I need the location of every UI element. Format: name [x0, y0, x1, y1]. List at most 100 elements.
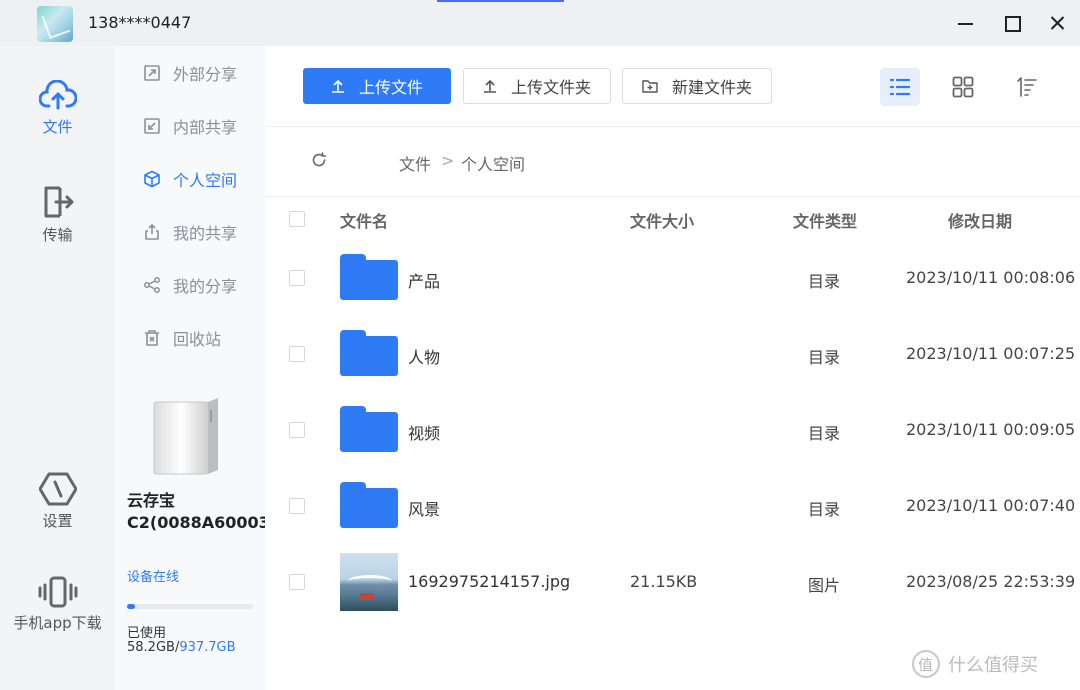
watermark-text: 什么值得买 — [948, 655, 1038, 676]
breadcrumb-divider — [265, 196, 1080, 197]
row-checkbox[interactable] — [289, 574, 305, 590]
storage-value: 58.2GB/937.7GB — [127, 640, 236, 655]
file-type: 目录 — [808, 424, 841, 443]
file-type: 图片 — [808, 576, 841, 595]
folder-icon — [340, 254, 398, 300]
nav-item-external-share[interactable]: 外部分享 — [143, 60, 237, 86]
phone-vibrate-icon — [38, 576, 77, 608]
cloud-upload-icon — [38, 80, 77, 110]
nav-item-personal-space[interactable]: 个人空间 — [143, 166, 237, 192]
nav-item-recycle-bin[interactable]: 回收站 — [143, 325, 221, 351]
nav-item-label: 个人空间 — [173, 171, 238, 190]
column-header-date[interactable]: 修改日期 — [948, 208, 1012, 232]
upload-file-label: 上传文件 — [358, 78, 423, 97]
minimize-icon[interactable] — [953, 10, 979, 36]
storage-progress-fill — [127, 604, 135, 609]
file-size: 21.15KB — [630, 572, 698, 591]
column-header-size[interactable]: 文件大小 — [630, 208, 694, 232]
rail-files-label: 文件 — [42, 118, 73, 136]
folder-icon — [340, 482, 398, 528]
upload-folder-label: 上传文件夹 — [510, 78, 591, 97]
rail-item-settings[interactable]: 设置 — [0, 472, 115, 531]
image-thumbnail — [340, 553, 398, 611]
internal-share-icon — [144, 118, 160, 134]
file-date: 2023/10/11 00:09:05 — [906, 420, 1076, 439]
grid-view-button[interactable] — [943, 68, 983, 106]
nav-item-label: 我的分享 — [173, 277, 238, 296]
rail-item-transfer[interactable]: 传输 — [0, 184, 115, 245]
nav-item-label: 回收站 — [173, 330, 222, 349]
table-row[interactable]: 人物 目录 2023/10/11 00:07:25 — [265, 316, 1080, 392]
title-bar: 138****0447 — [0, 0, 1080, 46]
trash-icon — [145, 330, 159, 346]
storage-progress-bar — [127, 604, 253, 609]
upload-icon — [483, 80, 496, 93]
breadcrumb-root[interactable]: 文件 — [399, 151, 431, 175]
primary-sidebar: 文件 传输 设置 手机app下载 — [0, 46, 115, 690]
cube-icon — [144, 170, 160, 188]
row-checkbox[interactable] — [289, 346, 305, 362]
nav-item-internal-share[interactable]: 内部共享 — [143, 113, 237, 139]
nav-item-my-links[interactable]: 我的分享 — [143, 272, 237, 298]
account-id: 138****0447 — [88, 13, 192, 32]
new-folder-button[interactable]: 新建文件夹 — [622, 68, 772, 104]
column-header-name[interactable]: 文件名 — [340, 208, 388, 232]
storage-total: 937.7GB — [179, 640, 236, 655]
file-type: 目录 — [808, 272, 841, 291]
rail-item-files[interactable]: 文件 — [0, 80, 115, 137]
row-checkbox[interactable] — [289, 422, 305, 438]
watermark-logo-icon — [912, 650, 940, 678]
file-name[interactable]: 1692975214157.jpg — [408, 572, 570, 591]
refresh-icon[interactable] — [311, 152, 327, 168]
watermark: 什么值得买 — [912, 648, 1038, 680]
settings-hexagon-icon — [38, 472, 77, 506]
nav-item-label: 内部共享 — [173, 118, 238, 137]
secondary-sidebar: 外部分享 内部共享 个人空间 我的共享 我的分享 回收站 云存宝C2(0088A… — [115, 46, 300, 690]
file-type: 目录 — [808, 348, 841, 367]
upload-file-button[interactable]: 上传文件 — [303, 68, 451, 104]
breadcrumb-current: 个人空间 — [461, 155, 526, 174]
file-name[interactable]: 风景 — [408, 496, 440, 520]
row-checkbox[interactable] — [289, 498, 305, 514]
rail-settings-label: 设置 — [42, 512, 73, 530]
select-all-checkbox[interactable] — [289, 211, 305, 227]
folder-icon — [340, 406, 398, 452]
file-date: 2023/08/25 22:53:39 — [906, 572, 1076, 591]
table-row[interactable]: 1692975214157.jpg 21.15KB 图片 2023/08/25 … — [265, 544, 1080, 620]
file-date: 2023/10/11 00:08:06 — [906, 268, 1076, 287]
sort-icon — [1017, 77, 1037, 97]
table-row[interactable]: 产品 目录 2023/10/11 00:08:06 — [265, 240, 1080, 316]
table-row[interactable]: 风景 目录 2023/10/11 00:07:40 — [265, 468, 1080, 544]
table-row[interactable]: 视频 目录 2023/10/11 00:09:05 — [265, 392, 1080, 468]
share-nodes-icon — [144, 277, 160, 293]
file-date: 2023/10/11 00:07:25 — [906, 344, 1076, 363]
device-name: 云存宝C2(0088A60003F7) — [127, 491, 300, 532]
avatar[interactable] — [37, 6, 73, 42]
close-icon[interactable] — [1045, 10, 1071, 36]
storage-used: 58.2GB — [127, 640, 175, 655]
upload-folder-button[interactable]: 上传文件夹 — [463, 68, 611, 104]
file-name[interactable]: 视频 — [408, 420, 440, 444]
sort-button[interactable] — [1007, 68, 1047, 106]
transfer-icon — [44, 186, 73, 218]
row-checkbox[interactable] — [289, 270, 305, 286]
new-folder-icon — [642, 80, 658, 93]
nav-item-label: 外部分享 — [173, 65, 238, 84]
external-share-icon — [144, 65, 160, 81]
column-header-type[interactable]: 文件类型 — [793, 208, 857, 232]
list-view-button[interactable] — [880, 68, 920, 106]
new-folder-label: 新建文件夹 — [671, 78, 752, 97]
file-name[interactable]: 产品 — [408, 268, 440, 292]
breadcrumb-separator: > — [441, 151, 455, 170]
file-type: 目录 — [808, 500, 841, 519]
rail-item-mobile[interactable]: 手机app下载 — [0, 576, 115, 633]
rail-mobile-label: 手机app下载 — [13, 614, 102, 632]
rail-transfer-label: 传输 — [42, 226, 73, 244]
device-image — [153, 398, 218, 475]
file-name[interactable]: 人物 — [408, 344, 440, 368]
device-status: 设备在线 — [127, 570, 180, 585]
maximize-icon[interactable] — [999, 10, 1025, 36]
grid-icon — [952, 76, 974, 98]
nav-item-my-shares[interactable]: 我的共享 — [143, 219, 237, 245]
toolbar-divider — [265, 126, 1080, 127]
